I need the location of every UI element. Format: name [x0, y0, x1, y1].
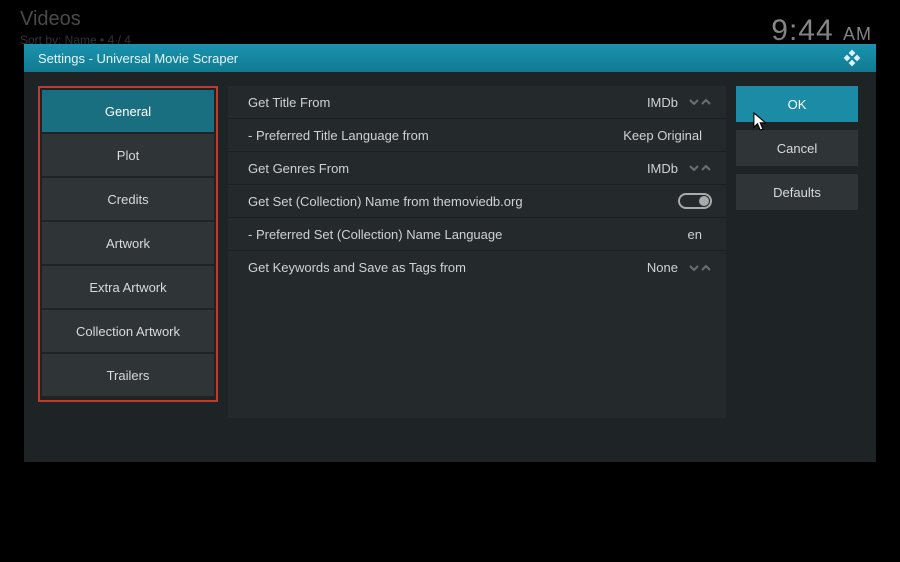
category-label: Credits [107, 192, 148, 207]
background-title: Videos [20, 8, 880, 31]
category-item-extra-artwork[interactable]: Extra Artwork [42, 266, 214, 308]
clock-time: 9:44 [771, 14, 833, 47]
category-label: Collection Artwork [76, 324, 180, 339]
setting-row[interactable]: - Preferred Title Language fromKeep Orig… [228, 119, 726, 152]
setting-value: IMDb [647, 161, 678, 176]
setting-row[interactable]: Get Set (Collection) Name from themovied… [228, 185, 726, 218]
clock-ampm: AM [843, 24, 872, 44]
dialog-header: Settings - Universal Movie Scraper [24, 44, 876, 72]
category-label: Trailers [107, 368, 150, 383]
setting-row[interactable]: Get Title FromIMDb [228, 86, 726, 119]
toggle-switch[interactable] [678, 193, 712, 209]
clock: 9:44 AM [771, 14, 872, 48]
dialog-title: Settings - Universal Movie Scraper [38, 51, 238, 66]
category-item-general[interactable]: General [42, 90, 214, 132]
category-label: Artwork [106, 236, 150, 251]
setting-row[interactable]: Get Keywords and Save as Tags fromNone [228, 251, 726, 284]
setting-value: IMDb [647, 95, 678, 110]
setting-row[interactable]: Get Genres FromIMDb [228, 152, 726, 185]
settings-dialog: Settings - Universal Movie Scraper Gener… [24, 44, 876, 462]
setting-label: - Preferred Title Language from [248, 128, 623, 143]
kodi-logo-icon [842, 48, 862, 68]
category-item-artwork[interactable]: Artwork [42, 222, 214, 264]
category-item-collection-artwork[interactable]: Collection Artwork [42, 310, 214, 352]
spinner-arrows-icon[interactable] [688, 96, 712, 108]
defaults-button[interactable]: Defaults [736, 174, 858, 210]
setting-label: Get Keywords and Save as Tags from [248, 260, 647, 275]
dialog-body: General Plot Credits Artwork Extra Artwork Co… [24, 72, 876, 462]
category-item-credits[interactable]: Credits [42, 178, 214, 220]
category-label: Extra Artwork [89, 280, 166, 295]
spinner-arrows-icon[interactable] [688, 262, 712, 274]
setting-label: - Preferred Set (Collection) Name Langua… [248, 227, 688, 242]
cancel-button[interactable]: Cancel [736, 130, 858, 166]
action-panel: OK Cancel Defaults [736, 86, 858, 448]
setting-label: Get Title From [248, 95, 647, 110]
setting-value: Keep Original [623, 128, 702, 143]
category-panel: General Plot Credits Artwork Extra Artwork Co… [38, 86, 218, 402]
category-label: Plot [117, 148, 139, 163]
setting-label: Get Genres From [248, 161, 647, 176]
category-label: General [105, 104, 151, 119]
settings-panel: Get Title FromIMDb- Preferred Title Lang… [228, 86, 726, 418]
category-item-trailers[interactable]: Trailers [42, 354, 214, 396]
setting-row[interactable]: - Preferred Set (Collection) Name Langua… [228, 218, 726, 251]
ok-button[interactable]: OK [736, 86, 858, 122]
setting-value: en [688, 227, 702, 242]
category-item-plot[interactable]: Plot [42, 134, 214, 176]
spinner-arrows-icon[interactable] [688, 162, 712, 174]
setting-value: None [647, 260, 678, 275]
setting-label: Get Set (Collection) Name from themovied… [248, 194, 678, 209]
